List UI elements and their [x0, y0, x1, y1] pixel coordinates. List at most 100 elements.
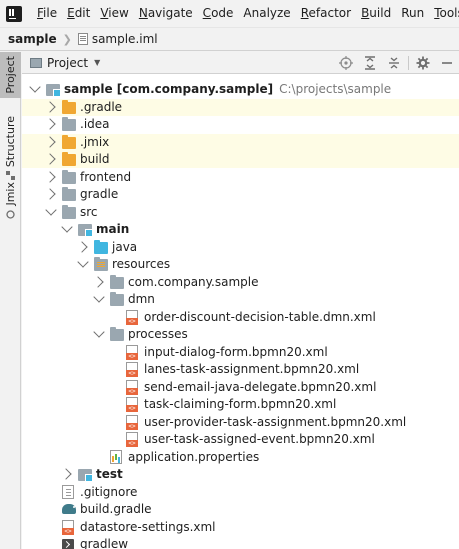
menu-item-mnemonic: N [138, 6, 148, 20]
project-view-selector[interactable]: Project [47, 56, 88, 70]
tree-node-label: datastore-settings.xml [80, 520, 216, 534]
chevron-right-icon[interactable] [44, 170, 56, 183]
tree-node[interactable]: .gitignore [22, 484, 459, 501]
tree-node-label: resources [112, 257, 170, 271]
menu-item-label: iew [108, 6, 129, 20]
chevron-right-icon[interactable] [44, 135, 56, 148]
jmix-icon [6, 209, 15, 219]
tree-node-label: input-dialog-form.bpmn20.xml [144, 345, 328, 359]
tree-node[interactable]: input-dialog-form.bpmn20.xml [22, 344, 459, 361]
tree-node[interactable]: datastore-settings.xml [22, 519, 459, 536]
folder-res-icon [94, 257, 108, 271]
breadcrumb-file[interactable]: sample.iml [77, 32, 158, 46]
intellij-logo-icon [6, 5, 22, 22]
tree-node[interactable]: gradlew [22, 536, 459, 549]
tree-node[interactable]: application.properties [22, 449, 459, 466]
tree-node[interactable]: dmn [22, 291, 459, 308]
chevron-down-icon[interactable] [93, 326, 105, 338]
breadcrumb-separator-icon: ❯ [62, 32, 72, 46]
menu-item[interactable]: File [32, 0, 62, 27]
tree-node[interactable]: java [22, 239, 459, 256]
tree-node[interactable]: sample [com.company.sample] C:\projects\s… [22, 81, 459, 98]
chevron-right-icon[interactable] [92, 275, 104, 288]
chevron-down-icon[interactable] [45, 203, 57, 216]
tree-node-label: build.gradle [80, 502, 152, 516]
tree-node-label: send-email-java-delegate.bpmn20.xml [144, 380, 376, 394]
project-view-icon [30, 57, 42, 68]
tree-node[interactable]: order-discount-decision-table.dmn.xml [22, 309, 459, 326]
tree-node[interactable]: main [22, 221, 459, 238]
locate-icon[interactable] [334, 52, 358, 74]
tree-node-label: main [96, 222, 129, 236]
menu-item-label: ode [211, 6, 234, 20]
tree-node[interactable]: lanes-task-assignment.bpmn20.xml [22, 361, 459, 378]
folder-grey-icon [110, 327, 124, 341]
tree-node[interactable]: com.company.sample [22, 274, 459, 291]
chevron-down-icon[interactable] [77, 256, 89, 268]
gear-icon[interactable] [411, 52, 435, 74]
xml-icon [126, 414, 138, 430]
tree-node[interactable]: frontend [22, 169, 459, 186]
chevron-right-icon[interactable] [44, 153, 56, 165]
hide-icon[interactable] [435, 52, 459, 74]
collapse-all-icon[interactable] [382, 52, 406, 74]
chevron-right-icon[interactable] [60, 468, 72, 480]
tree-node-text: input-dialog-form.bpmn20.xml [144, 344, 328, 359]
tree-node[interactable]: .jmix [22, 133, 459, 151]
tree-node[interactable]: test [22, 466, 459, 483]
menu-item[interactable]: Build [356, 0, 396, 27]
tree-node[interactable]: resources [22, 256, 459, 273]
tree-node-label: dmn [128, 292, 155, 306]
project-tool-button[interactable]: Project [0, 52, 21, 98]
tree-node[interactable]: build.gradle [22, 501, 459, 518]
menu-item-label: Run [401, 6, 425, 20]
tree-node-label: processes [128, 327, 188, 341]
module-icon [46, 84, 61, 97]
menu-item[interactable]: Run [396, 0, 429, 27]
tree-node-label: sample [com.company.sample] C:\projects\s… [64, 82, 391, 96]
menu-item[interactable]: View [95, 0, 133, 27]
chevron-right-icon[interactable] [44, 100, 56, 113]
tree-node-text: com.company.sample [128, 274, 259, 289]
structure-tool-button[interactable]: Structure [0, 116, 21, 181]
tree-node[interactable]: src [22, 203, 459, 221]
breadcrumb-project[interactable]: sample [8, 32, 57, 46]
folder-orange-icon [62, 152, 76, 166]
tree-node[interactable]: task-claiming-form.bpmn20.xml [22, 396, 459, 413]
tree-node[interactable]: .idea [22, 116, 459, 133]
structure-tool-label: Structure [4, 116, 17, 168]
menu-item[interactable]: Refactor [296, 0, 356, 27]
chevron-down-icon[interactable] [93, 291, 105, 303]
menu-item[interactable]: Navigate [134, 0, 198, 27]
tree-node[interactable]: gradle [22, 186, 459, 203]
expand-all-icon[interactable] [358, 52, 382, 74]
tree-node[interactable]: build [22, 151, 459, 168]
tree-node[interactable]: user-provider-task-assignment.bpmn20.xml [22, 414, 459, 431]
tree-node[interactable]: user-task-assigned-event.bpmn20.xml [22, 431, 459, 448]
menu-item[interactable]: Edit [62, 0, 95, 27]
chevron-right-icon[interactable] [44, 118, 56, 130]
tree-node-path: C:\projects\sample [279, 82, 392, 96]
jmix-tool-button[interactable]: Jmix [0, 182, 21, 219]
chevron-down-icon[interactable]: ▼ [94, 58, 100, 67]
chevron-down-icon[interactable] [29, 81, 41, 93]
tree-node-label: .idea [80, 117, 110, 131]
tree-node-text: main [96, 222, 130, 236]
tree-node[interactable]: processes [22, 326, 459, 343]
chevron-right-icon[interactable] [76, 240, 88, 253]
menu-item[interactable]: Analyze [238, 0, 295, 27]
menu-item[interactable]: Code [198, 0, 239, 27]
menu-bar: File Edit View Navigate Code Analyze Refactor B… [0, 0, 459, 27]
tree-node-label: order-discount-decision-table.dmn.xml [144, 310, 376, 324]
chevron-down-icon[interactable] [61, 221, 73, 233]
menu-item[interactable]: Tools [429, 0, 459, 27]
props-icon [110, 449, 122, 464]
tree-node-label: java [112, 240, 137, 254]
tree-node-text: build.gradle [80, 502, 152, 516]
tree-node[interactable]: .gradle [22, 98, 459, 116]
folder-grey-icon [62, 117, 76, 131]
chevron-right-icon[interactable] [44, 188, 56, 200]
menu-item-label: Analyze [243, 6, 291, 20]
tree-node-text: frontend [80, 169, 132, 184]
tree-node[interactable]: send-email-java-delegate.bpmn20.xml [22, 379, 459, 396]
